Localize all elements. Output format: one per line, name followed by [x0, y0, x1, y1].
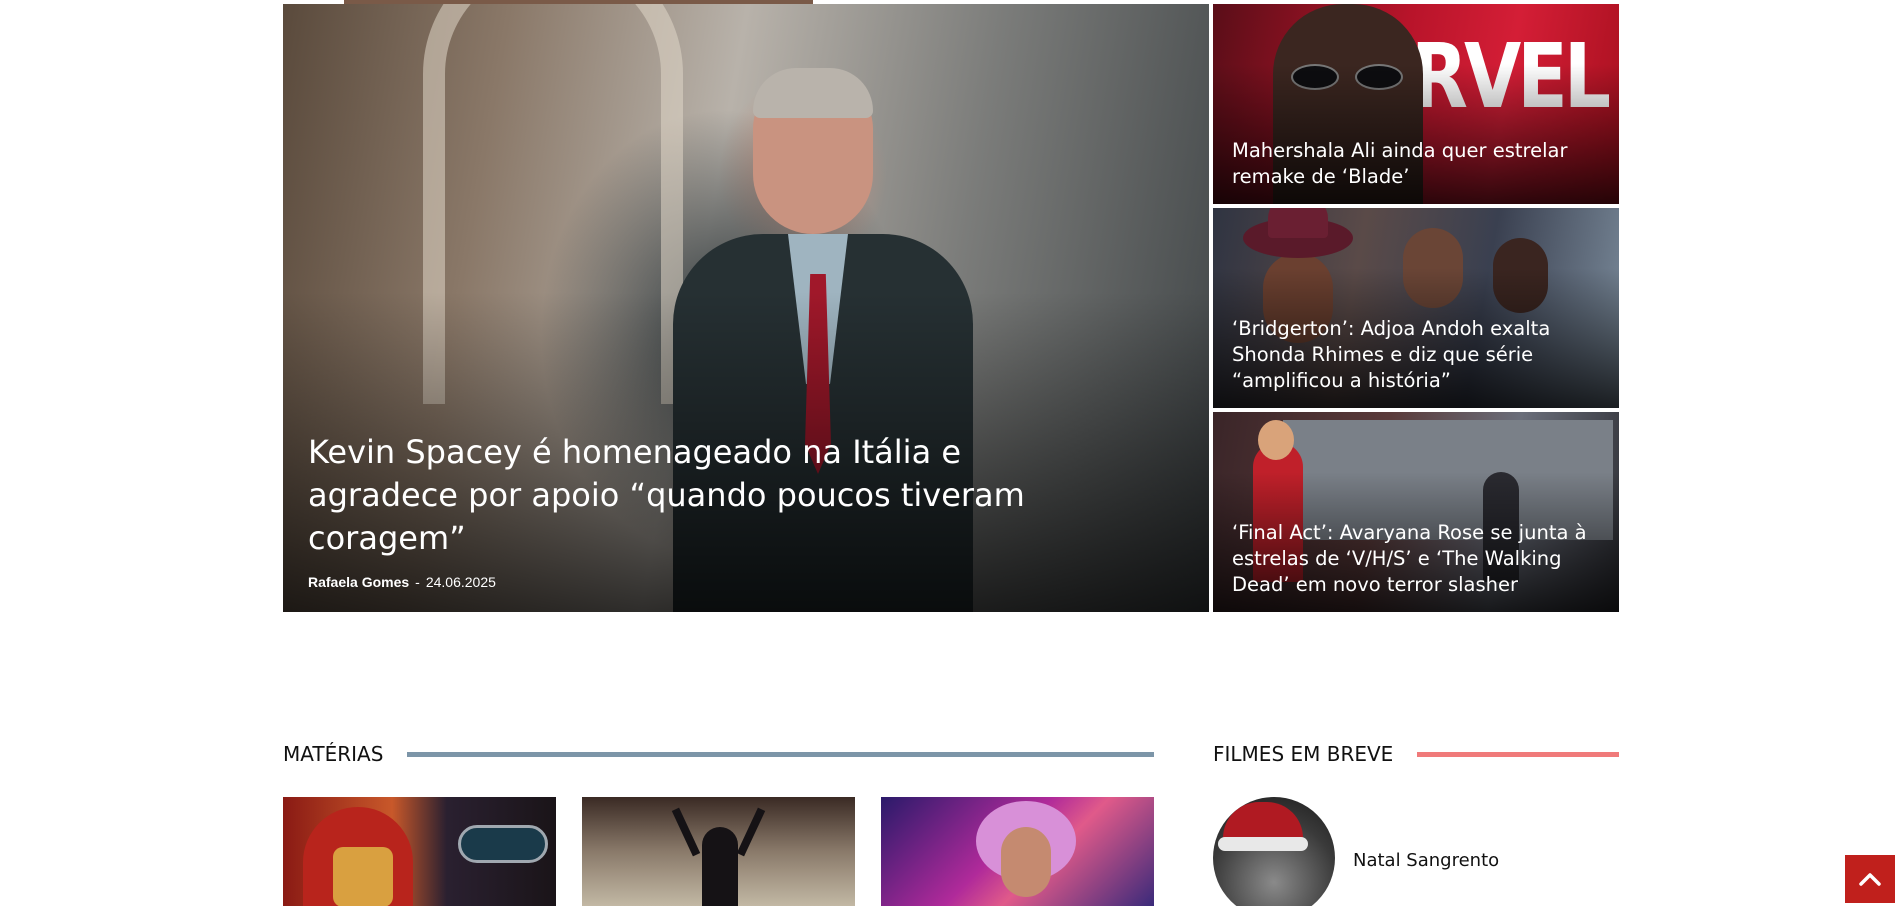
side-article-3-title[interactable]: ‘Final Act’: Avaryana Rose se junta à es…	[1232, 520, 1607, 598]
materia-thumbnail-2[interactable]	[582, 797, 855, 906]
film-title[interactable]: Natal Sangrento	[1353, 850, 1499, 871]
section-heading-filmes: FILMES EM BREVE	[1213, 742, 1619, 766]
hero-date: 24.06.2025	[425, 574, 496, 590]
side-article-1[interactable]: MARVEL Mahershala Ali ainda quer estrela…	[1213, 4, 1619, 204]
side-article-2[interactable]: ‘Bridgerton’: Adjoa Andoh exalta Shonda …	[1213, 208, 1619, 408]
materia-thumbnail-3[interactable]	[881, 797, 1154, 906]
hero-title[interactable]: Kevin Spacey é homenageado na Itália e a…	[308, 431, 1028, 560]
materia-thumbnail-1[interactable]	[283, 797, 556, 906]
side-article-3[interactable]: ‘Final Act’: Avaryana Rose se junta à es…	[1213, 412, 1619, 612]
side-article-2-title[interactable]: ‘Bridgerton’: Adjoa Andoh exalta Shonda …	[1232, 316, 1607, 394]
section-heading-materias: MATÉRIAS	[283, 742, 1154, 766]
hero-author[interactable]: Rafaela Gomes	[308, 574, 409, 590]
section-label-materias[interactable]: MATÉRIAS	[283, 742, 383, 766]
film-poster-avatar[interactable]	[1213, 797, 1335, 906]
upcoming-film-item[interactable]: Natal Sangrento	[1213, 797, 1619, 906]
chevron-up-icon	[1859, 873, 1881, 886]
section-label-filmes[interactable]: FILMES EM BREVE	[1213, 742, 1393, 766]
hero-article[interactable]: Kevin Spacey é homenageado na Itália e a…	[283, 4, 1209, 612]
section-rule-filmes	[1417, 751, 1619, 757]
hero-byline: Rafaela Gomes -24.06.2025	[308, 574, 1028, 590]
hero-meta: Kevin Spacey é homenageado na Itália e a…	[308, 431, 1028, 590]
side-article-1-title[interactable]: Mahershala Ali ainda quer estrelar remak…	[1232, 138, 1607, 190]
section-rule-materias	[407, 751, 1154, 757]
back-to-top-button[interactable]	[1845, 855, 1895, 903]
byline-separator: -	[415, 574, 420, 590]
